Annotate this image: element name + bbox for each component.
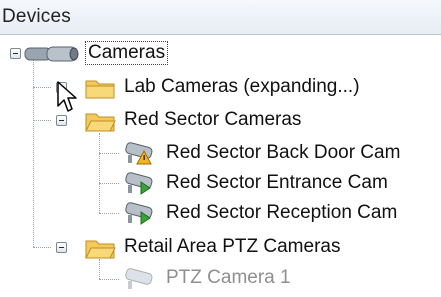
tree-connector (99, 183, 119, 184)
tree-node-label[interactable]: PTZ Camera 1 (166, 267, 291, 289)
tree-connector (99, 153, 119, 154)
tree-connector (99, 279, 119, 280)
tree-node-label[interactable]: Lab Cameras (expanding...) (124, 76, 360, 98)
panel-header: Devices (0, 0, 441, 35)
tree-connector (99, 133, 100, 213)
tree-node-label[interactable]: Red Sector Entrance Cam (166, 172, 388, 194)
tree-node-label[interactable]: Red Sector Reception Cam (166, 202, 397, 224)
collapse-toggle[interactable] (10, 48, 21, 59)
folder-icon (85, 80, 115, 99)
camera-ok-icon (125, 172, 153, 195)
devices-panel: Devices Cameras Lab Cameras (expanding..… (0, 0, 441, 297)
tree-node-label[interactable]: Red Sector Back Door Cam (166, 142, 400, 164)
camera-ok-icon (125, 202, 153, 225)
tree-connector (33, 87, 51, 88)
tree-connector (99, 259, 100, 279)
folder-icon (85, 113, 116, 132)
tree-node-label[interactable]: Retail Area PTZ Cameras (124, 236, 340, 258)
tree-connector (99, 213, 119, 214)
collapse-toggle[interactable] (56, 242, 67, 253)
folder-icon (85, 240, 116, 259)
tree-connector (33, 120, 51, 121)
tree-node-label[interactable]: Cameras (84, 41, 169, 65)
tree-node-label[interactable]: Red Sector Cameras (124, 109, 301, 131)
mouse-pointer-icon (57, 81, 77, 112)
device-tree: Cameras Lab Cameras (expanding...) Red S… (0, 35, 441, 297)
camera-warning-icon (125, 142, 153, 165)
panel-title: Devices (2, 6, 71, 27)
camera-disabled-icon (125, 268, 153, 289)
camera-group-icon (24, 46, 79, 62)
collapse-toggle[interactable] (56, 115, 67, 126)
tree-connector (33, 247, 51, 248)
